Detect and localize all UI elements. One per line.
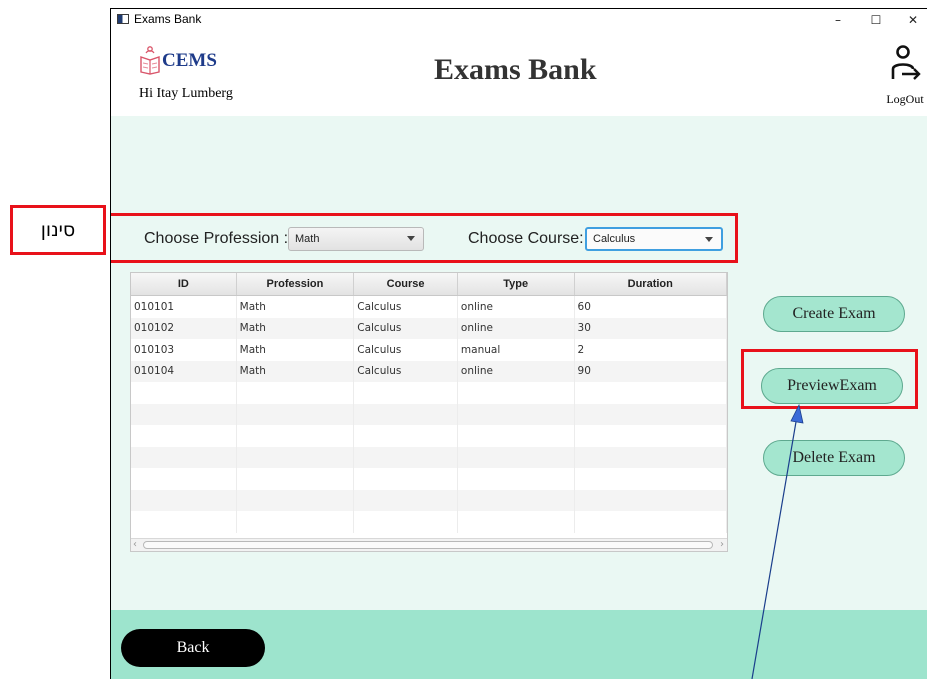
cell-profession: Math — [237, 296, 355, 318]
logo-text: CEMS — [162, 50, 217, 71]
empty-row — [131, 489, 727, 511]
cell-profession: Math — [237, 317, 355, 339]
chevron-down-icon — [407, 236, 415, 241]
cell-id: 010102 — [131, 317, 237, 339]
book-logo-icon — [140, 46, 160, 75]
app-window: Exams Bank – ☐ ✕ CEMS Hi Itay Lumberg Ex… — [110, 8, 927, 679]
window-title: Exams Bank — [134, 12, 202, 26]
empty-row — [131, 468, 727, 490]
profession-select-value: Math — [295, 233, 320, 245]
table-row[interactable]: 010102 Math Calculus online 30 — [131, 317, 727, 339]
table-row[interactable]: 010103 Math Calculus manual 2 — [131, 339, 727, 361]
maximize-button[interactable]: ☐ — [861, 10, 891, 30]
header: CEMS Hi Itay Lumberg Exams Bank LogOut — [111, 31, 927, 116]
profession-label: Choose Profession : — [144, 230, 289, 247]
profession-select[interactable]: Math — [288, 227, 424, 251]
horizontal-scrollbar[interactable]: ‹ › — [131, 538, 727, 551]
exams-table[interactable]: ID Profession Course Type Duration 01010… — [130, 272, 728, 552]
cell-type: online — [458, 296, 575, 318]
cell-type: online — [458, 317, 575, 339]
cell-duration: 30 — [575, 317, 727, 339]
cell-id: 010103 — [131, 339, 237, 361]
empty-row — [131, 403, 727, 425]
empty-row — [131, 511, 727, 533]
table-row[interactable]: 010101 Math Calculus online 60 — [131, 296, 727, 318]
cell-course: Calculus — [354, 360, 458, 382]
table-header: ID Profession Course Type Duration — [131, 273, 727, 296]
back-button[interactable]: Back — [121, 629, 265, 667]
cell-course: Calculus — [354, 296, 458, 318]
delete-exam-button[interactable]: Delete Exam — [763, 440, 905, 476]
empty-row — [131, 382, 727, 404]
chevron-down-icon — [705, 237, 713, 242]
minimize-button[interactable]: – — [823, 10, 853, 30]
logout-icon — [891, 45, 921, 80]
cell-id: 010104 — [131, 360, 237, 382]
preview-exam-button[interactable]: PreviewExam — [761, 368, 903, 404]
course-select-value: Calculus — [593, 233, 636, 245]
column-header-duration[interactable]: Duration — [575, 273, 727, 295]
cell-duration: 60 — [575, 296, 727, 318]
title-bar: Exams Bank – ☐ ✕ — [111, 9, 927, 31]
column-header-course[interactable]: Course — [354, 273, 458, 295]
page-title: Exams Bank — [434, 53, 597, 86]
cell-duration: 90 — [575, 360, 727, 382]
cell-profession: Math — [237, 339, 355, 361]
close-button[interactable]: ✕ — [898, 10, 927, 30]
cell-type: online — [458, 360, 575, 382]
cell-course: Calculus — [354, 317, 458, 339]
footer: Back — [111, 610, 927, 679]
course-select[interactable]: Calculus — [585, 227, 723, 251]
cell-type: manual — [458, 339, 575, 361]
cell-profession: Math — [237, 360, 355, 382]
empty-row — [131, 446, 727, 468]
empty-row — [131, 425, 727, 447]
create-exam-button[interactable]: Create Exam — [763, 296, 905, 332]
logout-label: LogOut — [886, 92, 924, 106]
column-header-id[interactable]: ID — [131, 273, 237, 295]
app-icon — [117, 14, 129, 24]
column-header-profession[interactable]: Profession — [237, 273, 355, 295]
course-label: Choose Course: — [468, 230, 584, 247]
cems-logo: CEMS — [139, 45, 217, 75]
main-panel: Choose Profession : Math Choose Course: … — [111, 116, 927, 610]
greeting-text: Hi Itay Lumberg — [139, 86, 233, 101]
scroll-left-icon[interactable]: ‹ — [133, 539, 137, 550]
annotation-filter-label: סינון — [10, 205, 106, 255]
scrollbar-thumb[interactable] — [143, 541, 713, 549]
cell-duration: 2 — [575, 339, 727, 361]
scroll-right-icon[interactable]: › — [720, 539, 724, 550]
cell-course: Calculus — [354, 339, 458, 361]
column-header-type[interactable]: Type — [458, 273, 575, 295]
cell-id: 010101 — [131, 296, 237, 318]
table-row[interactable]: 010104 Math Calculus online 90 — [131, 360, 727, 382]
logout-button[interactable]: LogOut — [881, 43, 927, 113]
